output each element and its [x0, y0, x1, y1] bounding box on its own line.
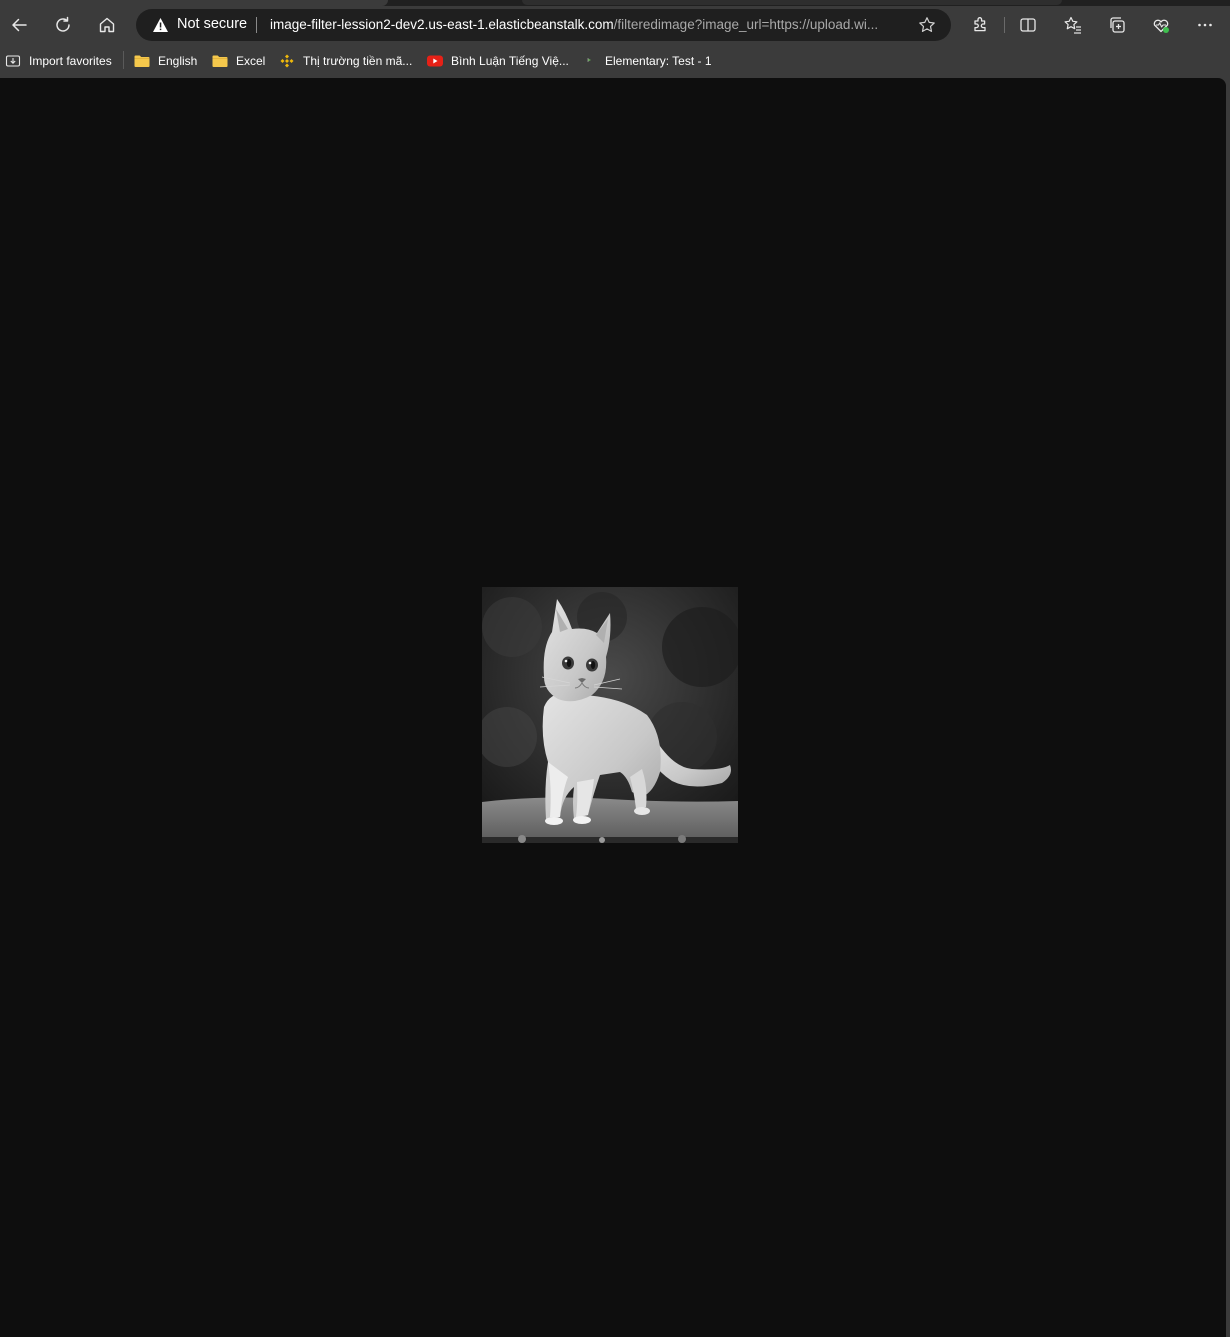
star-icon: [919, 17, 935, 32]
import-icon: [5, 53, 21, 69]
favorite-label: Elementary: Test - 1: [605, 54, 712, 68]
favorite-elementary-test[interactable]: Elementary: Test - 1: [581, 50, 712, 72]
address-divider: [256, 17, 257, 33]
back-button[interactable]: [3, 9, 35, 41]
favorites-bar: Import favorites English Excel Thị trườn…: [0, 44, 1230, 78]
favorite-crypto-market[interactable]: Thị trường tiền mã...: [279, 50, 412, 72]
warning-icon[interactable]: [152, 17, 169, 33]
favorite-label: Bình Luận Tiếng Việ...: [451, 54, 569, 68]
favorite-youtube-channel[interactable]: Bình Luận Tiếng Việ...: [427, 50, 569, 72]
page-content: [0, 78, 1226, 1337]
url-text[interactable]: image-filter-lession2-dev2.us-east-1.ela…: [270, 17, 915, 32]
refresh-button[interactable]: [47, 9, 79, 41]
favorite-english[interactable]: English: [134, 50, 197, 72]
more-icon: [1198, 23, 1212, 27]
extensions-button[interactable]: [964, 9, 996, 41]
browser-essentials-button[interactable]: [1145, 9, 1177, 41]
back-arrow-icon: [12, 18, 27, 32]
site-icon: [581, 53, 597, 69]
home-icon: [99, 17, 115, 33]
collections-button[interactable]: [1101, 9, 1133, 41]
toolbar-divider: [1004, 17, 1005, 33]
more-button[interactable]: [1189, 9, 1221, 41]
split-screen-button[interactable]: [1012, 9, 1044, 41]
home-button[interactable]: [91, 9, 123, 41]
binance-icon: [279, 53, 295, 69]
favorite-label: Thị trường tiền mã...: [303, 54, 413, 68]
refresh-icon: [56, 16, 70, 32]
split-screen-icon: [1020, 18, 1036, 32]
browser-essentials-icon: [1153, 19, 1169, 33]
url-path: /filteredimage?image_url=https://upload.…: [613, 17, 879, 32]
url-host: image-filter-lession2-dev2.us-east-1.ela…: [270, 17, 614, 32]
tab-inactive[interactable]: [522, 0, 1062, 5]
security-status-label[interactable]: Not secure: [177, 16, 247, 32]
add-favorite-button[interactable]: [915, 13, 939, 37]
extensions-icon: [974, 17, 986, 32]
favorite-label: Import favorites: [29, 54, 112, 68]
folder-icon: [212, 53, 228, 69]
favorites-icon: [1064, 16, 1081, 34]
browser-toolbar: Not secure image-filter-lession2-dev2.us…: [0, 6, 1230, 44]
favorite-label: English: [158, 54, 198, 68]
youtube-icon: [427, 53, 443, 69]
collections-icon: [1110, 17, 1125, 33]
folder-icon: [134, 53, 150, 69]
window-edge: [1226, 78, 1230, 1337]
favorite-excel[interactable]: Excel: [212, 50, 265, 72]
filtered-cat-image[interactable]: [482, 587, 738, 843]
favorite-import-favorites[interactable]: Import favorites: [5, 50, 112, 72]
favorites-divider: [123, 51, 124, 69]
favorite-label: Excel: [236, 54, 266, 68]
favorites-button[interactable]: [1057, 9, 1089, 41]
address-bar[interactable]: Not secure image-filter-lession2-dev2.us…: [136, 9, 951, 41]
